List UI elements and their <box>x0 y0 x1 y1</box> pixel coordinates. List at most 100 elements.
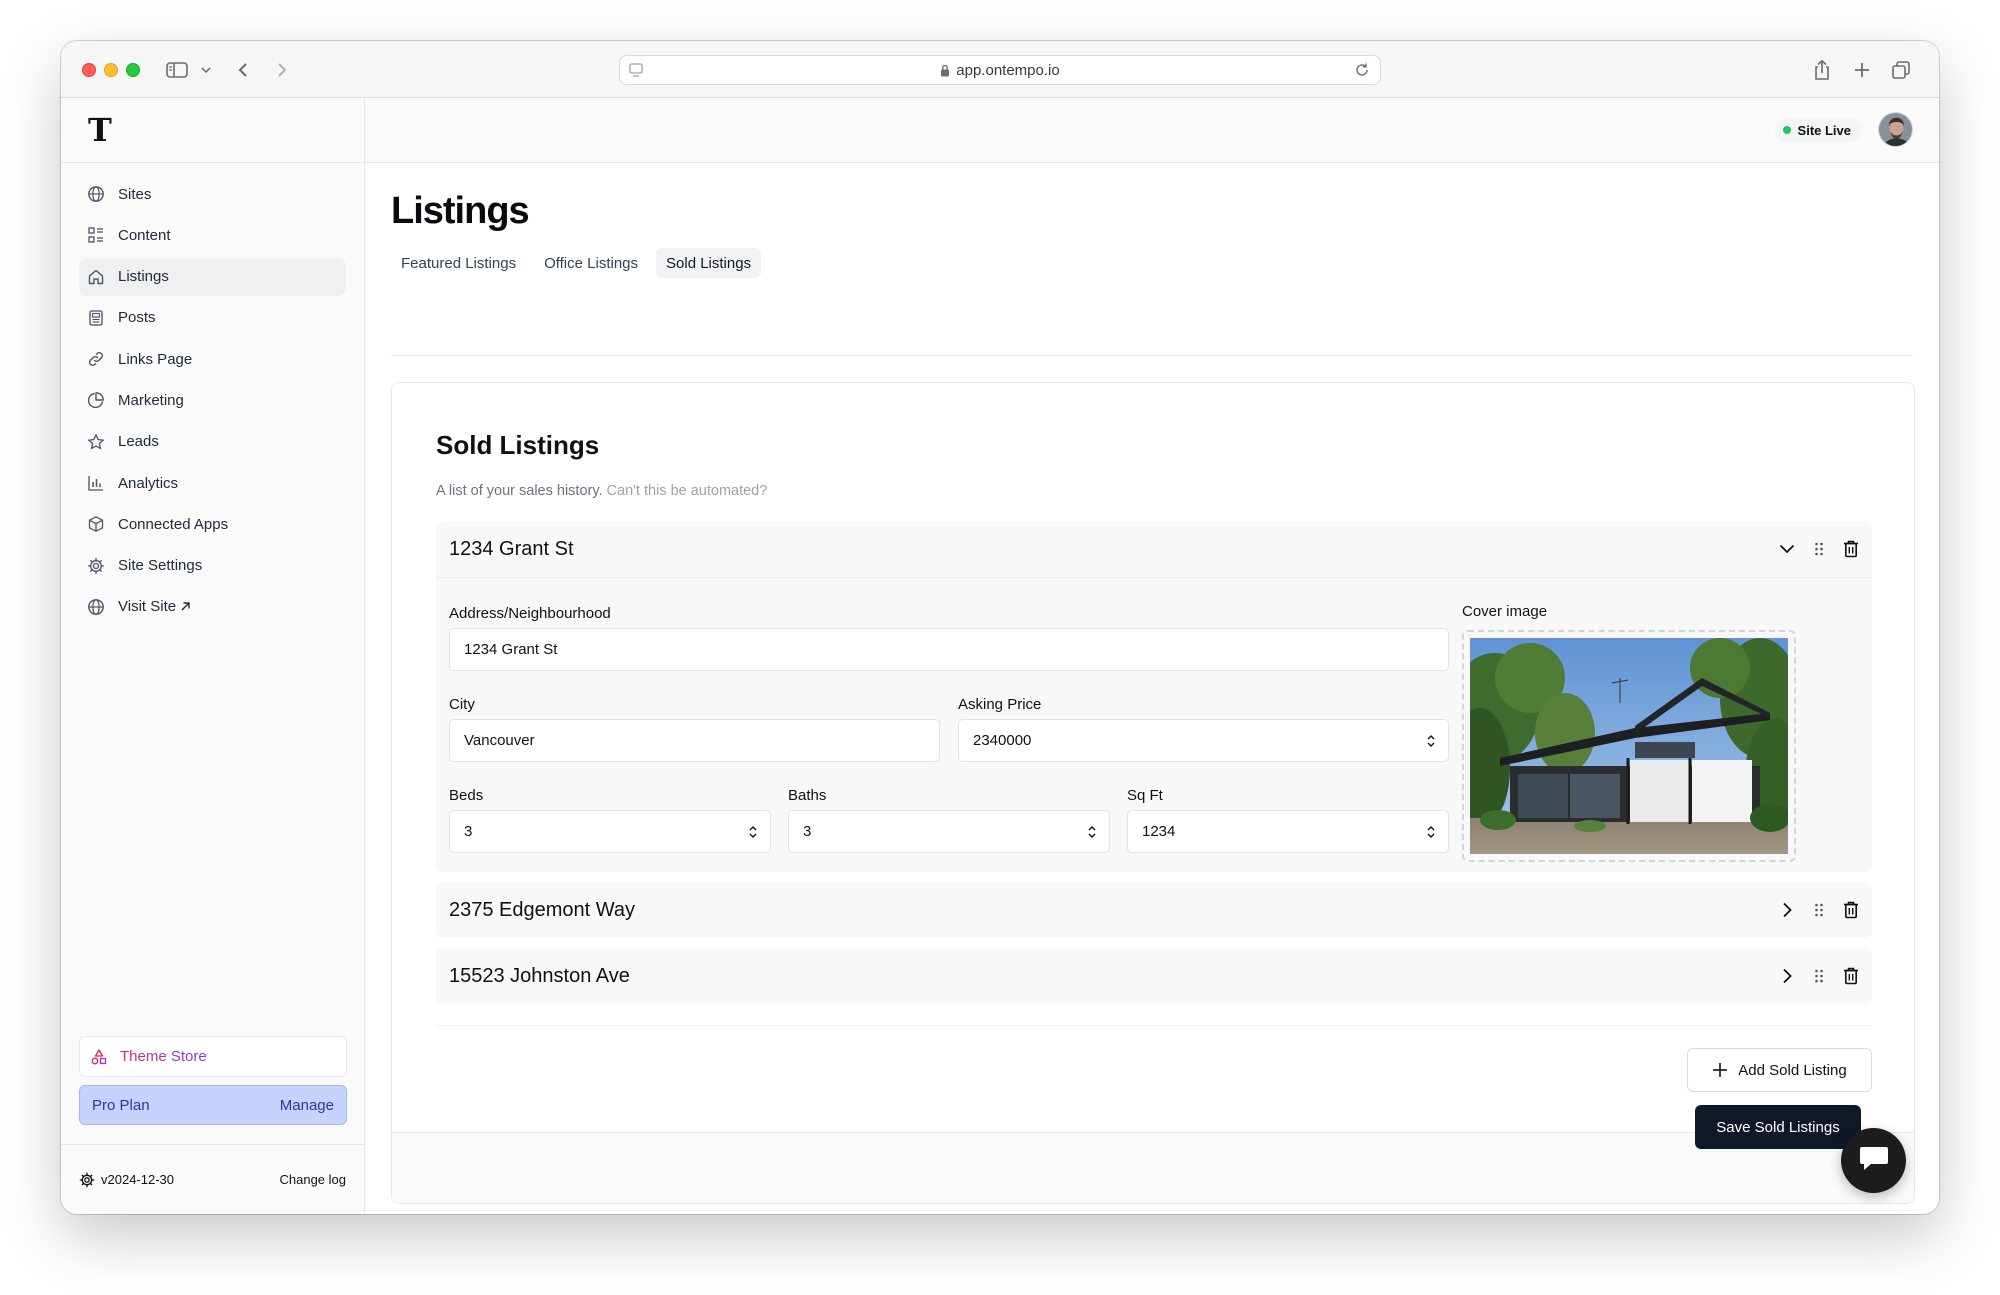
address-bar[interactable]: app.ontempo.io <box>619 55 1381 85</box>
listing-title: 15523 Johnston Ave <box>449 964 630 987</box>
baths-value: 3 <box>803 823 812 840</box>
sidebar-item-label: Connected Apps <box>118 515 229 533</box>
trash-icon[interactable] <box>1842 967 1860 985</box>
main-content: Site Live Listings Featured Listings Off… <box>365 98 1939 1214</box>
chevron-right-icon[interactable] <box>1778 901 1796 919</box>
lock-icon <box>940 64 950 77</box>
sidebar-item-label: Leads <box>118 433 159 451</box>
card-title: Sold Listings <box>436 430 600 460</box>
trash-icon[interactable] <box>1842 540 1860 558</box>
sidebar-item-content[interactable]: Content <box>79 216 346 254</box>
sold-listings-card: Sold Listings A list of your sales histo… <box>391 382 1915 1204</box>
chat-support-button[interactable] <box>1841 1128 1906 1193</box>
sidebar-item-site-settings[interactable]: Site Settings <box>79 547 346 585</box>
back-arrow-icon[interactable] <box>233 55 253 85</box>
trash-icon[interactable] <box>1842 901 1860 919</box>
add-sold-listing-label: Add Sold Listing <box>1738 1061 1847 1079</box>
listing-header[interactable]: 1234 Grant St <box>436 521 1872 577</box>
sidebar-item-listings[interactable]: Listings <box>79 257 346 296</box>
sidebar-item-label: Site Settings <box>118 557 203 575</box>
url-text: app.ontempo.io <box>956 61 1060 79</box>
number-stepper-icon[interactable] <box>748 824 758 840</box>
drag-handle-icon[interactable] <box>1810 540 1828 558</box>
zoom-window-button[interactable] <box>126 63 140 77</box>
card-footer <box>392 1132 1914 1203</box>
theme-store-button[interactable]: Theme Store <box>79 1036 347 1077</box>
address-input[interactable]: 1234 Grant St <box>449 628 1449 671</box>
settings-gear-icon[interactable] <box>79 1172 95 1188</box>
app-root: T Sites Content Listings Posts Links Pag… <box>61 98 1939 1214</box>
browser-toolbar: app.ontempo.io <box>61 41 1939 98</box>
star-icon <box>87 433 105 451</box>
number-stepper-icon[interactable] <box>1426 824 1436 840</box>
asking-price-value: 2340000 <box>973 732 1032 749</box>
chevron-down-icon[interactable] <box>199 55 213 85</box>
listing-divider <box>436 577 1872 578</box>
beds-label: Beds <box>449 787 484 804</box>
tab-sold-listings[interactable]: Sold Listings <box>656 248 762 278</box>
number-stepper-icon[interactable] <box>1087 824 1097 840</box>
save-sold-listings-button[interactable]: Save Sold Listings <box>1695 1105 1861 1149</box>
cover-image <box>1470 638 1788 854</box>
cover-image-dropzone[interactable] <box>1462 630 1796 862</box>
city-input[interactable]: Vancouver <box>449 719 940 762</box>
asking-price-label: Asking Price <box>958 696 1042 713</box>
home-icon <box>87 268 105 286</box>
sidebar-item-label: Marketing <box>118 391 184 409</box>
listings-tabs: Featured Listings Office Listings Sold L… <box>391 248 762 278</box>
layout-list-icon <box>87 226 105 244</box>
sqft-input[interactable]: 1234 <box>1127 810 1449 853</box>
tab-overview-icon[interactable] <box>1890 55 1912 85</box>
beds-input[interactable]: 3 <box>449 810 771 853</box>
sidebar-item-posts[interactable]: Posts <box>79 299 346 337</box>
share-icon[interactable] <box>1811 55 1833 85</box>
plus-icon <box>1712 1062 1728 1078</box>
add-sold-listing-button[interactable]: Add Sold Listing <box>1687 1048 1872 1092</box>
reader-icon[interactable] <box>628 62 644 82</box>
brand-logo[interactable]: T <box>61 98 364 163</box>
site-status-label: Site Live <box>1797 122 1851 138</box>
sidebar-item-connected-apps[interactable]: Connected Apps <box>79 505 346 543</box>
sidebar: T Sites Content Listings Posts Links Pag… <box>61 98 365 1214</box>
baths-input[interactable]: 3 <box>788 810 1110 853</box>
tab-office-listings[interactable]: Office Listings <box>534 248 648 278</box>
user-avatar[interactable] <box>1878 112 1913 147</box>
new-tab-icon[interactable] <box>1851 55 1873 85</box>
chevron-down-icon[interactable] <box>1778 540 1796 558</box>
description-text: A list of your sales history. <box>436 483 603 499</box>
close-window-button[interactable] <box>82 63 96 77</box>
automation-help-link[interactable]: Can't this be automated? <box>607 483 768 499</box>
browser-window: app.ontempo.io T Sites Content Listings … <box>61 41 1939 1214</box>
tab-featured-listings[interactable]: Featured Listings <box>391 248 526 278</box>
forward-arrow-icon[interactable] <box>272 55 292 85</box>
sidebar-item-sites[interactable]: Sites <box>79 175 346 213</box>
sidebar-footer: v2024-12-30 Change log <box>61 1144 364 1214</box>
city-label: City <box>449 696 475 713</box>
external-link-icon <box>180 601 191 612</box>
number-stepper-icon[interactable] <box>1426 733 1436 749</box>
beds-value: 3 <box>464 823 473 840</box>
sidebar-item-analytics[interactable]: Analytics <box>79 464 346 502</box>
sidebar-toggle-icon[interactable] <box>165 55 189 85</box>
sidebar-item-marketing[interactable]: Marketing <box>79 381 346 419</box>
listing-header[interactable]: 15523 Johnston Ave <box>436 948 1872 1004</box>
sidebar-item-links-page[interactable]: Links Page <box>79 340 346 378</box>
changelog-link[interactable]: Change log <box>280 1172 347 1187</box>
reload-icon[interactable] <box>1354 62 1370 82</box>
pie-chart-icon <box>87 391 105 409</box>
drag-handle-icon[interactable] <box>1810 901 1828 919</box>
sidebar-item-leads[interactable]: Leads <box>79 423 346 461</box>
listing-accordion: 15523 Johnston Ave <box>436 948 1872 1004</box>
drag-handle-icon[interactable] <box>1810 967 1828 985</box>
sidebar-item-visit-site[interactable]: Visit Site <box>79 588 346 626</box>
box-icon <box>87 515 105 533</box>
tabs-divider <box>391 355 1913 356</box>
minimize-window-button[interactable] <box>104 63 118 77</box>
site-status-badge[interactable]: Site Live <box>1774 118 1861 142</box>
listing-header[interactable]: 2375 Edgemont Way <box>436 882 1872 938</box>
bar-chart-icon <box>87 474 105 492</box>
gear-icon <box>87 557 105 575</box>
manage-plan-link[interactable]: Manage <box>280 1097 334 1114</box>
chevron-right-icon[interactable] <box>1778 967 1796 985</box>
asking-price-input[interactable]: 2340000 <box>958 719 1449 762</box>
